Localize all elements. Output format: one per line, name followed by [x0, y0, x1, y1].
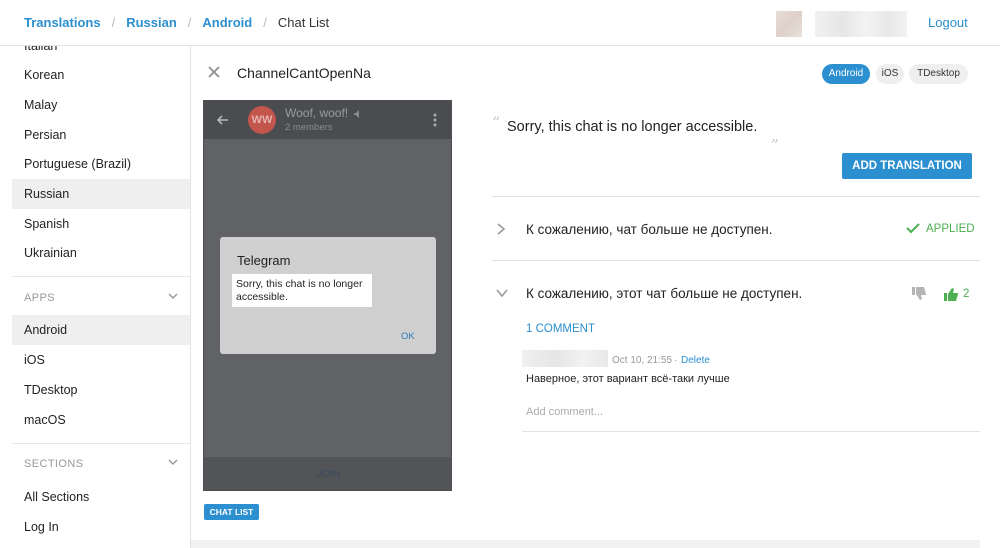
apps-heading-label: APPS — [24, 292, 55, 304]
sidebar-item-tdesktop[interactable]: TDesktop — [12, 375, 190, 405]
context-screenshot[interactable]: WW Woof, woof! 2 members Telegram Sorry,… — [203, 100, 452, 491]
dialog-message: Sorry, this chat is no longer accessible… — [232, 274, 372, 307]
chevron-down-icon[interactable] — [495, 287, 509, 299]
sidebar-item-italian[interactable]: Italian — [12, 46, 190, 61]
check-icon — [906, 223, 920, 234]
mute-icon — [354, 110, 359, 118]
tag-android[interactable]: Android — [822, 64, 870, 84]
upvote-count: 2 — [963, 288, 970, 300]
sidebar-item-ukrainian[interactable]: Ukrainian — [12, 238, 190, 268]
sidebar-item-portuguese-brazil[interactable]: Portuguese (Brazil) — [12, 149, 190, 179]
sidebar-item-korean[interactable]: Korean — [12, 60, 190, 90]
applied-label: APPLIED — [926, 223, 975, 235]
divider — [492, 196, 980, 197]
sidebar-item-macos[interactable]: macOS — [12, 405, 190, 435]
sidebar-item-log-in[interactable]: Log In — [12, 512, 190, 542]
sidebar-item-ios[interactable]: iOS — [12, 345, 190, 375]
quote-close: „ — [771, 126, 780, 145]
chat-avatar: WW — [248, 106, 276, 134]
apps-heading[interactable]: APPS — [24, 292, 179, 304]
thumbs-up-icon[interactable] — [944, 287, 960, 301]
sidebar-item-android[interactable]: Android — [12, 315, 190, 345]
sidebar-item-malay[interactable]: Malay — [12, 90, 190, 120]
sidebar-divider — [12, 443, 190, 444]
sidebar-item-persian[interactable]: Persian — [12, 120, 190, 150]
breadcrumb-translations[interactable]: Translations — [24, 15, 101, 30]
key-title: ChannelCantOpenNa — [237, 65, 371, 81]
user-avatar[interactable] — [776, 11, 802, 37]
dialog-ok-button: OK — [401, 331, 415, 342]
tag-ios[interactable]: iOS — [876, 64, 904, 84]
breadcrumb-current: Chat List — [277, 15, 330, 30]
add-comment-input[interactable] — [526, 406, 966, 418]
sections-heading[interactable]: SECTIONS — [24, 458, 179, 470]
close-icon[interactable] — [205, 63, 223, 81]
source-phrase: Sorry, this chat is no longer accessible… — [507, 119, 758, 135]
top-header: Translations / Russian / Android / Chat List L… — [0, 0, 1000, 46]
sidebar-item-russian[interactable]: Russian — [12, 179, 190, 209]
translation-text[interactable]: К сожалению, чат больше не доступен. — [526, 222, 773, 237]
comment-separator: · — [674, 355, 678, 366]
tag-tdesktop[interactable]: TDesktop — [909, 64, 968, 84]
comment-date: Oct 10, 21:55 — [612, 355, 673, 366]
translation-text[interactable]: К сожалению, этот чат больше не доступен… — [526, 286, 802, 301]
chevron-down-icon — [168, 459, 178, 466]
breadcrumb-separator: / — [111, 15, 116, 30]
footer-strip — [191, 540, 980, 548]
sidebar: Italian Korean Malay Persian Portuguese … — [0, 46, 191, 548]
section-tag-chat-list[interactable]: CHAT LIST — [204, 504, 259, 520]
chat-members: 2 members — [285, 122, 333, 133]
comment-text: Наверное, этот вариант всё-таки лучше — [526, 373, 730, 385]
chevron-down-icon — [168, 293, 178, 300]
breadcrumb-separator: / — [263, 15, 267, 30]
sidebar-item-all-sections[interactable]: All Sections — [12, 482, 190, 512]
breadcrumb: Translations / Russian / Android / Chat List — [24, 15, 329, 30]
applied-status: APPLIED — [906, 222, 975, 235]
join-bar: JOIN — [204, 457, 451, 490]
alert-dialog: Telegram Sorry, this chat is no longer a… — [220, 237, 436, 354]
sidebar-divider — [12, 276, 190, 277]
back-arrow-icon — [216, 115, 228, 125]
logout-link[interactable]: Logout — [928, 15, 968, 30]
user-name-blurred[interactable] — [815, 11, 907, 37]
sections-heading-label: SECTIONS — [24, 458, 84, 470]
add-translation-button[interactable]: ADD TRANSLATION — [842, 153, 972, 179]
comment-author-blurred — [522, 350, 608, 367]
breadcrumb-russian[interactable]: Russian — [126, 15, 177, 30]
more-menu-icon — [433, 113, 437, 127]
chevron-right-icon[interactable] — [495, 222, 507, 236]
quote-open: “ — [492, 113, 501, 132]
chat-name: Woof, woof! — [285, 106, 349, 120]
comments-toggle[interactable]: 1 COMMENT — [526, 323, 595, 335]
thumbs-down-icon[interactable] — [912, 287, 928, 301]
breadcrumb-separator: / — [187, 15, 192, 30]
divider — [492, 260, 980, 261]
delete-comment-link[interactable]: Delete — [681, 355, 710, 366]
dialog-title: Telegram — [237, 253, 291, 268]
sidebar-item-spanish[interactable]: Spanish — [12, 209, 190, 239]
divider — [522, 431, 980, 432]
breadcrumb-android[interactable]: Android — [202, 15, 252, 30]
